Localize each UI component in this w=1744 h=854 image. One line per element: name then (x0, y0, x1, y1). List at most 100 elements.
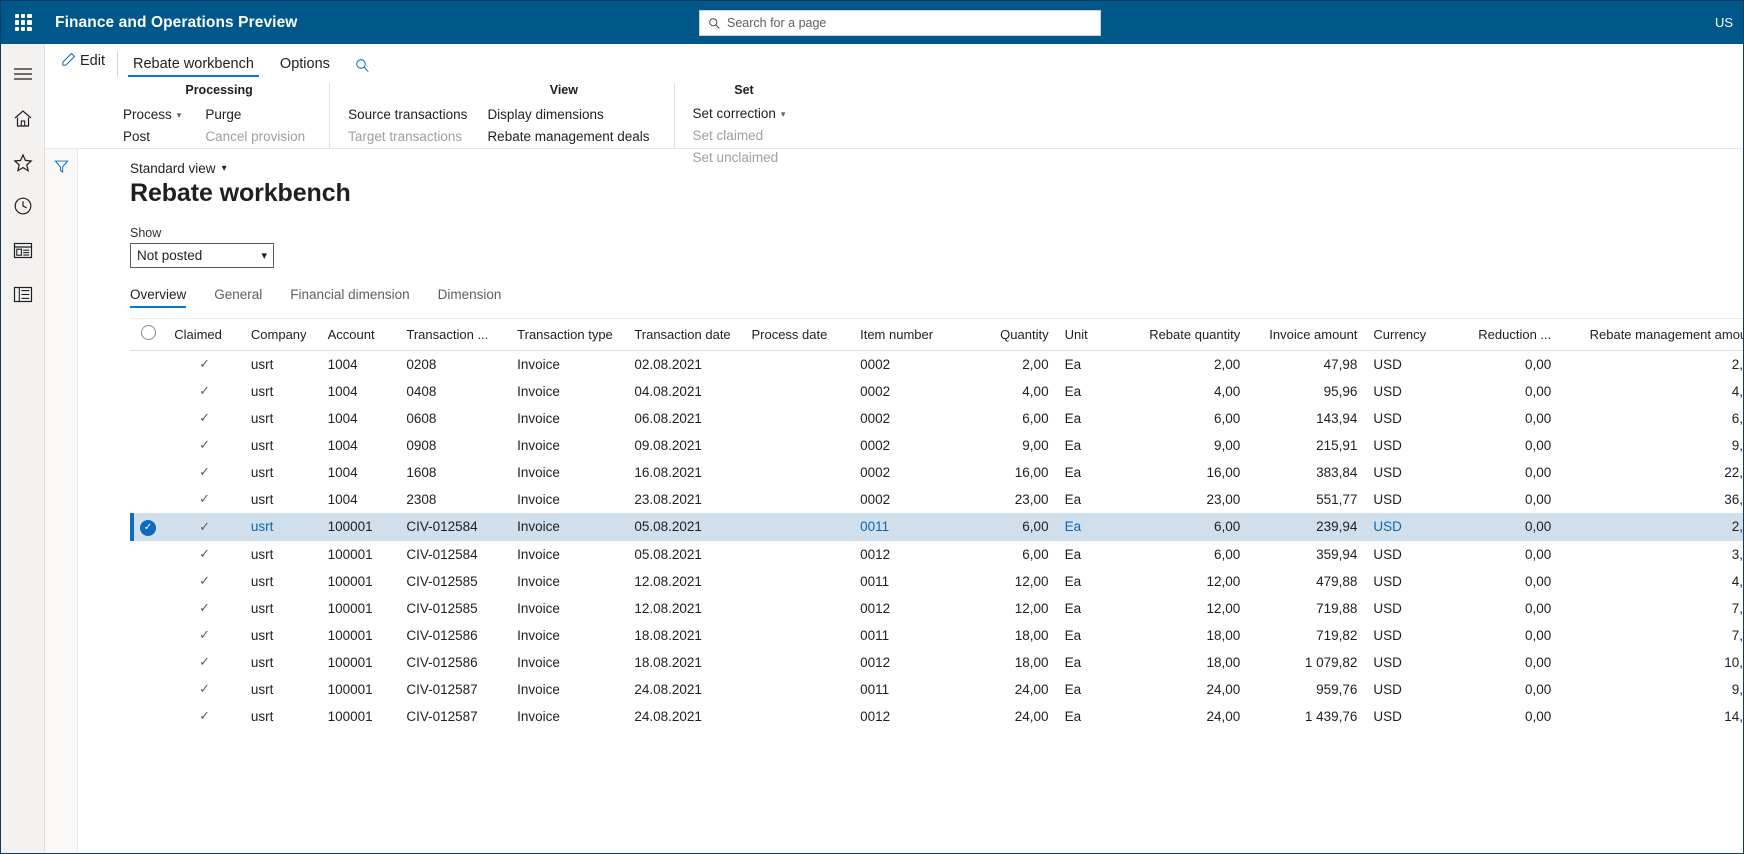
cell-rebate_quantity[interactable]: 24,00 (1120, 703, 1248, 730)
table-row[interactable]: ✓ usrt 1004 1608 Invoice 16.08.2021 0002 16,00 E… (130, 458, 1743, 486)
column-header-rebate-quantity[interactable]: Rebate quantity (1120, 319, 1249, 351)
cell-company[interactable]: usrt (243, 541, 320, 568)
cell-item_number[interactable]: 0011 (852, 568, 967, 595)
cell-unit[interactable]: Ea (1057, 595, 1121, 622)
cell-rebate_quantity[interactable]: 2,00 (1120, 351, 1248, 378)
cell-account[interactable]: 100001 (320, 568, 399, 595)
cell-unit[interactable]: Ea (1057, 703, 1121, 730)
cell-claimed[interactable]: ✓ (166, 649, 243, 676)
workspaces-icon[interactable] (1, 228, 45, 272)
cell-claimed[interactable]: ✓ (166, 513, 243, 541)
recent-clock-icon[interactable] (1, 184, 45, 228)
cell-process_date[interactable] (743, 676, 852, 703)
row-select-cell[interactable] (130, 405, 166, 432)
cell-account[interactable]: 100001 (320, 703, 399, 730)
tab-general[interactable]: General (214, 287, 276, 308)
cell-currency[interactable]: USD (1365, 432, 1435, 459)
table-row[interactable]: ✓ usrt 1004 0608 Invoice 06.08.2021 0002 6,00 Ea… (130, 404, 1743, 432)
cell-reduction[interactable]: 0,00 (1436, 486, 1560, 513)
cell-quantity[interactable]: 6,00 (967, 405, 1056, 432)
cell-transaction_type[interactable]: Invoice (509, 676, 626, 703)
cell-process_date[interactable] (743, 513, 852, 541)
column-header-item-number[interactable]: Item number (852, 319, 968, 351)
display-dimensions-button[interactable]: Display dimensions (487, 105, 659, 125)
purge-button[interactable]: Purge (205, 105, 315, 125)
cell-invoice_amount[interactable]: 479,88 (1248, 568, 1365, 595)
row-select-cell[interactable] (130, 568, 166, 595)
cell-reduction[interactable]: 0,00 (1436, 568, 1560, 595)
row-select-cell[interactable] (130, 595, 166, 622)
cell-rebate_quantity[interactable]: 18,00 (1120, 622, 1248, 649)
cell-transaction_date[interactable]: 05.08.2021 (626, 541, 743, 568)
column-header-transaction-id[interactable]: Transaction ... (398, 319, 510, 351)
cell-rebate_quantity[interactable]: 6,00 (1120, 405, 1248, 432)
cell-unit[interactable]: Ea (1057, 649, 1121, 676)
row-select-cell[interactable]: ✓ (130, 512, 166, 541)
cell-transaction_date[interactable]: 18.08.2021 (626, 622, 743, 649)
cell-company[interactable]: usrt (243, 378, 320, 405)
cell-rebate_management_amount[interactable]: 7,20 (1559, 622, 1743, 649)
table-row[interactable]: ✓ usrt 1004 0408 Invoice 04.08.2021 0002 4,00 Ea… (130, 377, 1743, 405)
cell-transaction_id[interactable]: CIV-012585 (398, 568, 509, 595)
cell-transaction_id[interactable]: CIV-012584 (398, 541, 509, 568)
cell-company[interactable]: usrt (243, 486, 320, 513)
cell-reduction[interactable]: 0,00 (1436, 432, 1560, 459)
cell-transaction_type[interactable]: Invoice (509, 541, 626, 568)
cell-invoice_amount[interactable]: 359,94 (1248, 541, 1365, 568)
column-header-process-date[interactable]: Process date (743, 319, 853, 351)
cell-unit[interactable]: Ea (1057, 459, 1121, 486)
cell-transaction_date[interactable]: 04.08.2021 (626, 378, 743, 405)
cell-reduction[interactable]: 0,00 (1436, 703, 1560, 730)
cell-account[interactable]: 100001 (320, 676, 399, 703)
cell-reduction[interactable]: 0,00 (1436, 513, 1560, 541)
cell-quantity[interactable]: 9,00 (967, 432, 1056, 459)
cell-claimed[interactable]: ✓ (166, 595, 243, 622)
cell-rebate_management_amount[interactable]: 4,80 (1559, 568, 1743, 595)
table-row[interactable]: ✓ usrt 100001 CIV-012585 Invoice 12.08.2021 00… (130, 594, 1743, 622)
cell-rebate_management_amount[interactable]: 9,60 (1559, 676, 1743, 703)
cell-currency[interactable]: USD (1365, 513, 1435, 541)
cell-transaction_date[interactable]: 06.08.2021 (626, 405, 743, 432)
cell-rebate_quantity[interactable]: 16,00 (1120, 459, 1248, 486)
cell-transaction_id[interactable]: 0208 (398, 351, 509, 378)
cell-company[interactable]: usrt (243, 459, 320, 486)
cell-transaction_date[interactable]: 23.08.2021 (626, 486, 743, 513)
cell-company[interactable]: usrt (243, 622, 320, 649)
cell-process_date[interactable] (743, 405, 852, 432)
cell-unit[interactable]: Ea (1057, 405, 1121, 432)
cell-reduction[interactable]: 0,00 (1436, 595, 1560, 622)
cell-item_number[interactable]: 0011 (852, 513, 967, 541)
cell-invoice_amount[interactable]: 383,84 (1248, 459, 1365, 486)
cell-invoice_amount[interactable]: 959,76 (1248, 676, 1365, 703)
cell-transaction_date[interactable]: 05.08.2021 (626, 513, 743, 541)
cell-account[interactable]: 100001 (320, 595, 399, 622)
cell-invoice_amount[interactable]: 95,96 (1248, 378, 1365, 405)
cell-quantity[interactable]: 16,00 (967, 459, 1056, 486)
cell-process_date[interactable] (743, 486, 852, 513)
cell-unit[interactable]: Ea (1057, 622, 1121, 649)
cell-currency[interactable]: USD (1365, 486, 1435, 513)
cell-invoice_amount[interactable]: 47,98 (1248, 351, 1365, 378)
cell-item_number[interactable]: 0002 (852, 405, 967, 432)
cell-reduction[interactable]: 0,00 (1436, 676, 1560, 703)
filter-icon[interactable] (53, 159, 69, 174)
cell-transaction_type[interactable]: Invoice (509, 351, 626, 378)
cell-transaction_date[interactable]: 18.08.2021 (626, 649, 743, 676)
cell-claimed[interactable]: ✓ (166, 459, 243, 486)
cell-transaction_id[interactable]: 0408 (398, 378, 509, 405)
action-pane-search-icon[interactable] (341, 58, 380, 77)
cell-currency[interactable]: USD (1365, 703, 1435, 730)
tab-options[interactable]: Options (269, 56, 341, 77)
cell-company[interactable]: usrt (243, 432, 320, 459)
cell-transaction_date[interactable]: 12.08.2021 (626, 568, 743, 595)
cell-item_number[interactable]: 0011 (852, 676, 967, 703)
cell-invoice_amount[interactable]: 1 439,76 (1248, 703, 1365, 730)
cell-rebate_quantity[interactable]: 12,00 (1120, 595, 1248, 622)
cell-claimed[interactable]: ✓ (166, 676, 243, 703)
cell-item_number[interactable]: 0002 (852, 486, 967, 513)
cell-transaction_id[interactable]: 0608 (398, 405, 509, 432)
cell-process_date[interactable] (743, 459, 852, 486)
cell-transaction_id[interactable]: 2308 (398, 486, 509, 513)
cell-transaction_type[interactable]: Invoice (509, 595, 626, 622)
cell-transaction_date[interactable]: 09.08.2021 (626, 432, 743, 459)
